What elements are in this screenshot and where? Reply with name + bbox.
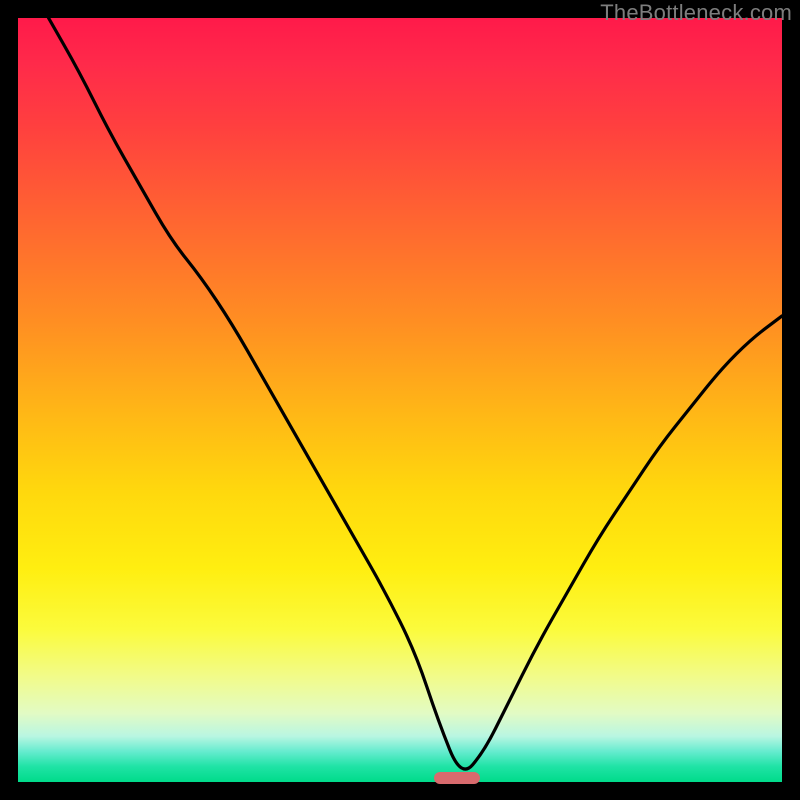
plot-area [18,18,782,782]
minimum-marker [434,772,480,784]
watermark-text: TheBottleneck.com [600,0,792,26]
bottleneck-curve [18,18,782,782]
chart-frame: TheBottleneck.com [0,0,800,800]
